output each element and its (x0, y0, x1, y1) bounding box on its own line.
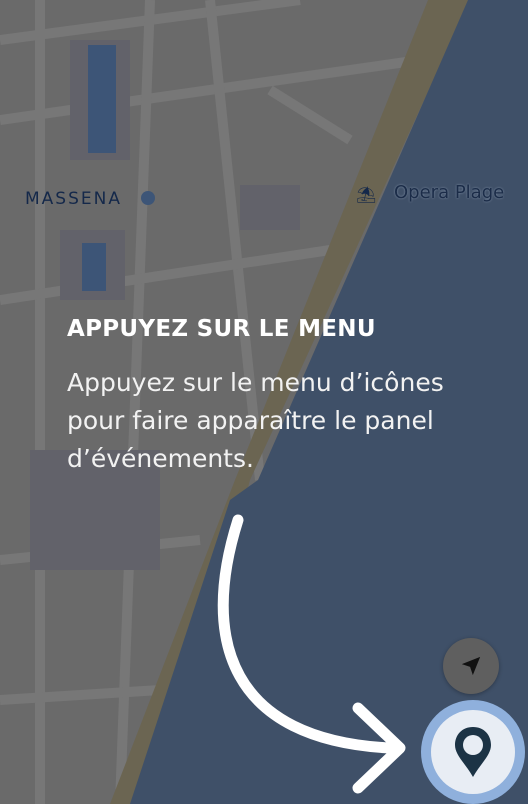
district-marker[interactable] (141, 191, 155, 205)
beach-label[interactable]: Opera Plage (394, 182, 504, 203)
navigation-arrow-icon (461, 656, 481, 676)
locate-me-button[interactable] (443, 638, 499, 694)
tooltip-title: APPUYEZ SUR LE MENU (67, 316, 376, 342)
events-menu-button[interactable] (421, 700, 525, 804)
tooltip-body: Appuyez sur le menu d’icônes pour faire … (67, 368, 444, 473)
beach-umbrella-icon: ⛱ (356, 185, 377, 204)
map-pin-icon (455, 727, 491, 777)
district-label: MASSENA (25, 189, 122, 209)
